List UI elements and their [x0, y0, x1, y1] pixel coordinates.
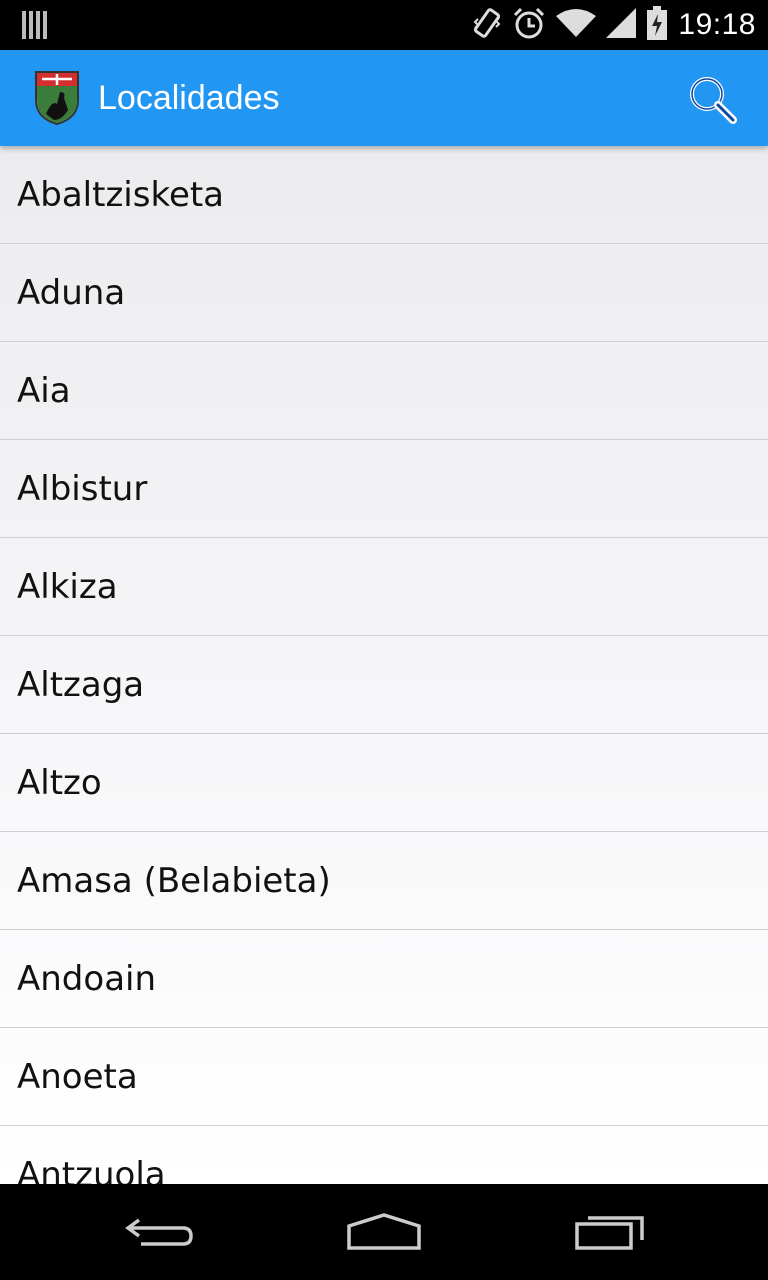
vibrate-icon — [472, 6, 502, 45]
list-item[interactable]: Altzaga — [0, 636, 768, 734]
home-icon — [347, 1213, 421, 1250]
back-icon — [125, 1218, 193, 1246]
status-time: 19:18 — [678, 8, 756, 41]
back-button[interactable] — [110, 1198, 210, 1266]
page-title: Localidades — [98, 79, 280, 117]
status-bar: 19:18 — [0, 0, 768, 50]
list-item[interactable]: Amasa (Belabieta) — [0, 832, 768, 930]
action-bar: Localidades — [0, 50, 768, 146]
recent-apps-icon — [575, 1216, 644, 1250]
list-item[interactable]: Albistur — [0, 440, 768, 538]
list-item[interactable]: Andoain — [0, 930, 768, 1028]
notification-bars-icon — [22, 11, 48, 44]
list-item[interactable]: Aduna — [0, 244, 768, 342]
wifi-icon — [556, 8, 597, 43]
recent-apps-button[interactable] — [560, 1198, 660, 1266]
navigation-bar — [0, 1184, 768, 1280]
list-item[interactable]: Alkiza — [0, 538, 768, 636]
battery-icon — [646, 5, 668, 45]
list-item[interactable]: Altzo — [0, 734, 768, 832]
alarm-icon — [512, 6, 546, 45]
coat-of-arms-icon — [34, 70, 80, 126]
search-button[interactable] — [684, 72, 740, 128]
list-item[interactable]: Abaltzisketa — [0, 146, 768, 244]
signal-icon — [606, 7, 637, 43]
list-item[interactable]: Antzuola — [0, 1126, 768, 1185]
search-icon — [690, 77, 737, 124]
list-item[interactable]: Anoeta — [0, 1028, 768, 1126]
list-item[interactable]: Aia — [0, 342, 768, 440]
localities-list: Abaltzisketa Aduna Aia Albistur Alkiza A… — [0, 146, 768, 1184]
home-button[interactable] — [334, 1198, 434, 1266]
